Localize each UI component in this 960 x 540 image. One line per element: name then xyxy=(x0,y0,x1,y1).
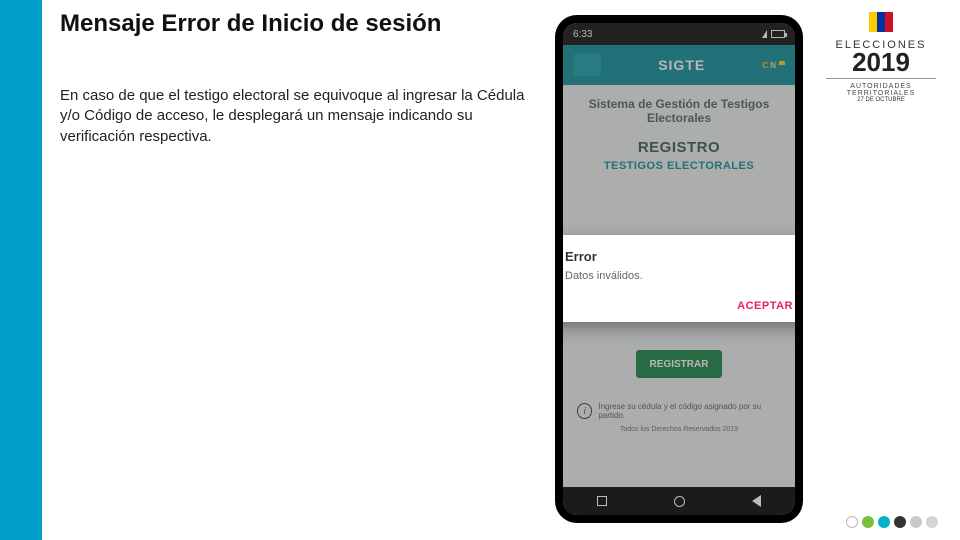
slide-title: Mensaje Error de Inicio de sesión xyxy=(60,10,441,38)
dialog-title: Error xyxy=(565,249,793,264)
dialog-message: Datos inválidos. xyxy=(565,270,793,282)
back-icon[interactable] xyxy=(752,495,761,507)
dialog-accept-button[interactable]: ACEPTAR xyxy=(565,300,793,312)
dot xyxy=(910,516,922,528)
error-dialog: Error Datos inválidos. ACEPTAR xyxy=(563,235,795,322)
dot xyxy=(926,516,938,528)
logo-date: 27 DE OCTUBRE xyxy=(822,97,940,103)
phone-screen: 6:33 SIGTE C N Sistema de Gestión de Tes… xyxy=(563,23,795,515)
logo-year: 2019 xyxy=(822,51,940,74)
flag-icon xyxy=(869,12,893,32)
recent-apps-icon[interactable] xyxy=(597,496,607,506)
home-icon[interactable] xyxy=(674,496,685,507)
slide-body: En caso de que el testigo electoral se e… xyxy=(60,86,530,147)
pagination-dots xyxy=(846,516,938,528)
android-navbar xyxy=(563,487,795,515)
dot xyxy=(846,516,858,528)
dot xyxy=(894,516,906,528)
phone-mock: 6:33 SIGTE C N Sistema de Gestión de Tes… xyxy=(555,15,803,523)
elections-logo: ELECCIONES 2019 AUTORIDADES TERRITORIALE… xyxy=(822,12,940,103)
dot xyxy=(878,516,890,528)
logo-sub: AUTORIDADES TERRITORIALES xyxy=(822,83,940,97)
accent-sidebar xyxy=(0,0,42,540)
dot xyxy=(862,516,874,528)
divider xyxy=(826,78,936,79)
slide: Mensaje Error de Inicio de sesión En cas… xyxy=(0,0,960,540)
